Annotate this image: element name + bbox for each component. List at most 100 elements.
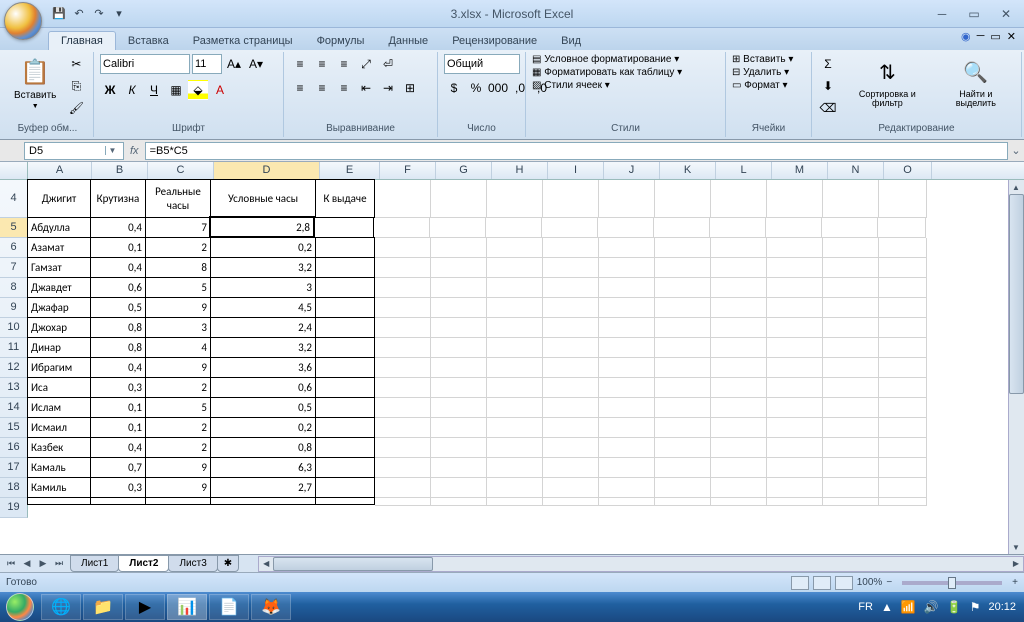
cell[interactable] [823,418,879,438]
row-header-5[interactable]: 5 [0,218,28,238]
horizontal-scrollbar[interactable]: ◀ ▶ [258,556,1024,572]
tray-network-icon[interactable]: 📶 [901,600,916,614]
page-break-view-icon[interactable] [835,576,853,590]
column-header-K[interactable]: K [660,162,716,179]
row-header-9[interactable]: 9 [0,298,28,318]
cell[interactable] [767,318,823,338]
cell[interactable] [767,378,823,398]
cell[interactable]: 5 [145,397,211,418]
column-header-H[interactable]: H [492,162,548,179]
cell[interactable] [879,318,927,338]
cell[interactable] [315,297,375,318]
cell[interactable] [823,278,879,298]
cell[interactable] [431,498,487,506]
cell[interactable] [879,458,927,478]
font-size-select[interactable] [192,54,222,74]
number-format-select[interactable] [444,54,520,74]
cell[interactable]: Абдулла [27,217,91,238]
cell[interactable] [487,358,543,378]
fill-color-icon[interactable]: ⬙ [188,80,208,100]
cell[interactable] [543,358,599,378]
cell[interactable]: 9 [145,357,211,378]
cell[interactable] [486,218,542,238]
cell[interactable] [543,398,599,418]
cell[interactable]: 0,2 [210,417,316,438]
cell[interactable] [879,180,927,218]
close-button[interactable]: ✕ [994,6,1018,22]
align-bottom-icon[interactable]: ≡ [334,54,354,74]
scroll-down-icon[interactable]: ▼ [1009,540,1023,554]
cell[interactable] [711,278,767,298]
cell[interactable] [315,437,375,458]
cell[interactable] [487,318,543,338]
autosum-icon[interactable]: Σ [818,54,838,74]
row-header-14[interactable]: 14 [0,398,28,418]
cell[interactable] [315,497,375,505]
cell[interactable] [823,378,879,398]
cells[interactable]: ДжигитКрутизнаРеальные часыУсловные часы… [28,180,927,518]
ribbon-tab-2[interactable]: Разметка страницы [181,32,305,50]
cell[interactable] [599,478,655,498]
undo-icon[interactable]: ↶ [70,5,88,23]
cell[interactable] [431,298,487,318]
ribbon-tab-4[interactable]: Данные [376,32,440,50]
scroll-up-icon[interactable]: ▲ [1009,180,1023,194]
cell[interactable] [375,478,431,498]
orientation-icon[interactable]: ⤢ [356,54,376,74]
clock[interactable]: 20:12 [988,601,1016,613]
name-box[interactable]: D5 ▼ [24,142,124,160]
paste-button[interactable]: 📋 Вставить ▼ [8,54,62,112]
cell[interactable] [823,478,879,498]
scroll-right-icon[interactable]: ▶ [1009,557,1023,571]
help-icon[interactable]: ◉ [961,30,971,43]
cell[interactable] [375,418,431,438]
cell[interactable] [767,418,823,438]
cell[interactable] [599,298,655,318]
cell[interactable] [599,278,655,298]
cell[interactable]: Джохар [27,317,91,338]
cell[interactable] [655,418,711,438]
cell[interactable] [599,318,655,338]
cell[interactable]: Гамзат [27,257,91,278]
cell[interactable] [767,298,823,318]
delete-cells-button[interactable]: ⊟ Удалить ▾ [732,67,789,78]
cell[interactable] [711,180,767,218]
cell[interactable]: 0,1 [90,417,146,438]
cell[interactable] [822,218,878,238]
row-header-6[interactable]: 6 [0,238,28,258]
cell[interactable] [375,278,431,298]
cell[interactable]: 0,5 [210,397,316,418]
scrollbar-thumb[interactable] [273,557,433,571]
tray-sound-icon[interactable]: 🔊 [924,600,939,614]
cell[interactable] [375,358,431,378]
cell[interactable] [543,338,599,358]
cell[interactable]: 2,4 [210,317,316,338]
cell[interactable]: Камиль [27,477,91,498]
cell[interactable] [375,338,431,358]
cell[interactable] [430,218,486,238]
cell[interactable] [375,438,431,458]
cell[interactable] [487,498,543,506]
cell[interactable] [487,338,543,358]
task-ie[interactable]: 🌐 [41,594,81,620]
cell[interactable] [879,358,927,378]
cell[interactable] [823,358,879,378]
cell[interactable]: 3,2 [210,257,316,278]
cell[interactable] [375,258,431,278]
start-button[interactable] [0,592,40,622]
cell[interactable] [655,338,711,358]
align-center-icon[interactable]: ≡ [312,78,332,98]
border-icon[interactable]: ▦ [166,80,186,100]
zoom-out-icon[interactable]: − [886,577,892,588]
cell[interactable]: 6,3 [210,457,316,478]
formula-input[interactable]: =B5*C5 [145,142,1008,160]
cell[interactable] [599,180,655,218]
column-header-A[interactable]: A [28,162,92,179]
cell[interactable] [711,318,767,338]
cell[interactable] [487,258,543,278]
cell[interactable] [431,458,487,478]
indent-dec-icon[interactable]: ⇤ [356,78,376,98]
cell[interactable]: 3,6 [210,357,316,378]
column-header-G[interactable]: G [436,162,492,179]
cell[interactable] [599,438,655,458]
